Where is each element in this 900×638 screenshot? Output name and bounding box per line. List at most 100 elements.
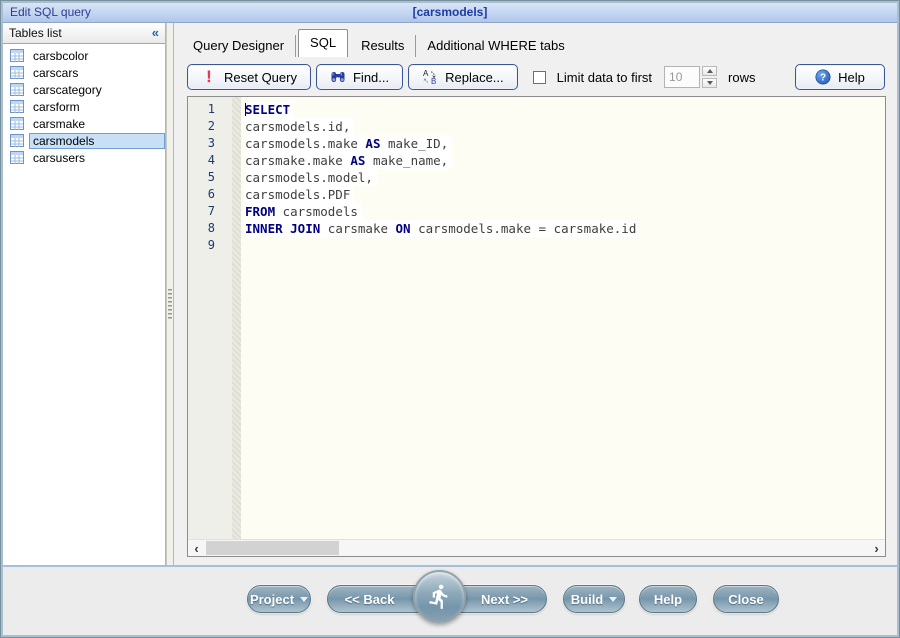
table-icon: [10, 49, 24, 62]
sql-text: make_name,: [365, 153, 448, 168]
limit-rows-checkbox[interactable]: [533, 71, 546, 84]
line-number: 3: [188, 135, 232, 152]
sidebar-item-label: carsusers: [29, 150, 165, 166]
line-number: 7: [188, 203, 232, 220]
next-label: Next >>: [481, 592, 528, 607]
horizontal-scrollbar[interactable]: ‹ ›: [188, 539, 885, 556]
code-text: carsmodels.id,: [245, 118, 354, 135]
line-number: 9: [188, 237, 232, 254]
code-line[interactable]: carsmodels.id,: [241, 118, 885, 135]
spinner-up-button[interactable]: [702, 66, 717, 76]
sidebar-splitter[interactable]: [166, 23, 174, 565]
tab-additional-where-tabs[interactable]: Additional WHERE tabs: [416, 35, 575, 57]
sidebar-item-label: carsbcolor: [29, 48, 165, 64]
collapse-sidebar-icon[interactable]: «: [152, 23, 159, 42]
rows-count-input[interactable]: [664, 66, 700, 88]
replace-label: Replace...: [445, 70, 504, 85]
rows-unit-label: rows: [728, 70, 755, 85]
tables-sidebar: Tables list « carsbcolorcarscarscarscate…: [3, 23, 166, 565]
code-line[interactable]: SELECT: [241, 101, 885, 118]
sidebar-item-carsmodels[interactable]: carsmodels: [3, 132, 165, 149]
sidebar-item-carscategory[interactable]: carscategory: [3, 81, 165, 98]
down-arrow-icon: [707, 81, 713, 85]
code-text: carsmodels.PDF: [245, 186, 354, 203]
edit-sql-query-window: Edit SQL query [carsmodels] Tables list …: [0, 0, 900, 638]
sql-text: carsmodels.PDF: [245, 187, 350, 202]
code-line[interactable]: carsmodels.make AS make_ID,: [241, 135, 885, 152]
close-button[interactable]: Close: [713, 585, 779, 613]
back-label: << Back: [345, 592, 395, 607]
code-text: FROM carsmodels: [245, 203, 362, 220]
rows-spinner: [664, 66, 717, 88]
project-button[interactable]: Project: [247, 585, 311, 613]
close-label: Close: [728, 592, 763, 607]
sidebar-item-carscars[interactable]: carscars: [3, 64, 165, 81]
scrollbar-thumb[interactable]: [206, 541, 339, 555]
help-label: Help: [838, 70, 865, 85]
sql-keyword: ON: [396, 221, 411, 236]
sql-text: carsmake: [320, 221, 395, 236]
table-icon: [10, 100, 24, 113]
table-icon: [10, 117, 24, 130]
code-line[interactable]: carsmake.make AS make_name,: [241, 152, 885, 169]
sidebar-item-carsusers[interactable]: carsusers: [3, 149, 165, 166]
tab-sql[interactable]: SQL: [298, 29, 348, 57]
line-number: 8: [188, 220, 232, 237]
build-button[interactable]: Build: [563, 585, 625, 613]
project-label: Project: [250, 592, 294, 607]
code-area[interactable]: SELECT carsmodels.id,carsmodels.make AS m…: [241, 97, 885, 539]
scroll-right-button[interactable]: ›: [868, 540, 885, 556]
find-label: Find...: [353, 70, 389, 85]
binoculars-icon: [330, 69, 346, 85]
table-icon: [10, 134, 24, 147]
fold-margin: [232, 97, 241, 539]
tab-query-designer[interactable]: Query Designer: [182, 35, 296, 57]
reset-query-label: Reset Query: [224, 70, 297, 85]
main-panel: Query DesignerSQLResultsAdditional WHERE…: [174, 23, 897, 565]
reset-query-button[interactable]: ! Reset Query: [187, 64, 311, 90]
code-line[interactable]: [241, 237, 885, 254]
build-label: Build: [571, 592, 604, 607]
help-icon: ?: [815, 69, 831, 85]
line-number: 6: [188, 186, 232, 203]
table-list: carsbcolorcarscarscarscategorycarsformca…: [3, 44, 165, 166]
sql-text: carsmake.make: [245, 153, 350, 168]
line-number-gutter: 123456789: [188, 97, 232, 539]
replace-a-b-icon: A B: [422, 69, 438, 85]
find-button[interactable]: Find...: [316, 64, 403, 90]
run-button[interactable]: [413, 570, 466, 623]
table-icon: [10, 83, 24, 96]
spinner-down-button[interactable]: [702, 78, 717, 88]
sql-keyword: AS: [365, 136, 380, 151]
sidebar-item-carsform[interactable]: carsform: [3, 98, 165, 115]
toolbar: ! Reset Query Find...: [187, 63, 885, 91]
svg-text:A: A: [423, 69, 429, 78]
sql-editor: 123456789 SELECTcarsmodels.id,carsmodels…: [187, 96, 886, 557]
sql-keyword: FROM: [245, 204, 275, 219]
sql-text: carsmodels: [275, 204, 358, 219]
tab-bar: Query DesignerSQLResultsAdditional WHERE…: [182, 29, 576, 57]
sidebar-item-carsmake[interactable]: carsmake: [3, 115, 165, 132]
code-line[interactable]: carsmodels.PDF: [241, 186, 885, 203]
help-button[interactable]: ? Help: [795, 64, 885, 90]
sql-text: carsmodels.model,: [245, 170, 373, 185]
sidebar-item-carsbcolor[interactable]: carsbcolor: [3, 47, 165, 64]
replace-button[interactable]: A B Replace...: [408, 64, 518, 90]
tab-results[interactable]: Results: [350, 35, 416, 57]
scroll-left-button[interactable]: ‹: [188, 540, 205, 556]
code-line[interactable]: FROM carsmodels: [241, 203, 885, 220]
line-number: 2: [188, 118, 232, 135]
sql-keyword: SELECT: [245, 102, 290, 117]
sql-text: carsmodels.id,: [245, 119, 350, 134]
sql-keyword: INNER JOIN: [245, 221, 320, 236]
help-footer-button[interactable]: Help: [639, 585, 697, 613]
code-text: carsmodels.make AS make_ID,: [245, 135, 452, 152]
title-bar: Edit SQL query [carsmodels]: [3, 3, 897, 23]
code-text: SELECT: [245, 101, 294, 118]
tables-list-title: Tables list: [9, 23, 62, 43]
code-text: INNER JOIN carsmake ON carsmodels.make =…: [245, 220, 640, 237]
code-line[interactable]: INNER JOIN carsmake ON carsmodels.make =…: [241, 220, 885, 237]
sql-text: make_ID,: [380, 136, 448, 151]
sidebar-item-label: carscategory: [29, 82, 165, 98]
code-line[interactable]: carsmodels.model,: [241, 169, 885, 186]
